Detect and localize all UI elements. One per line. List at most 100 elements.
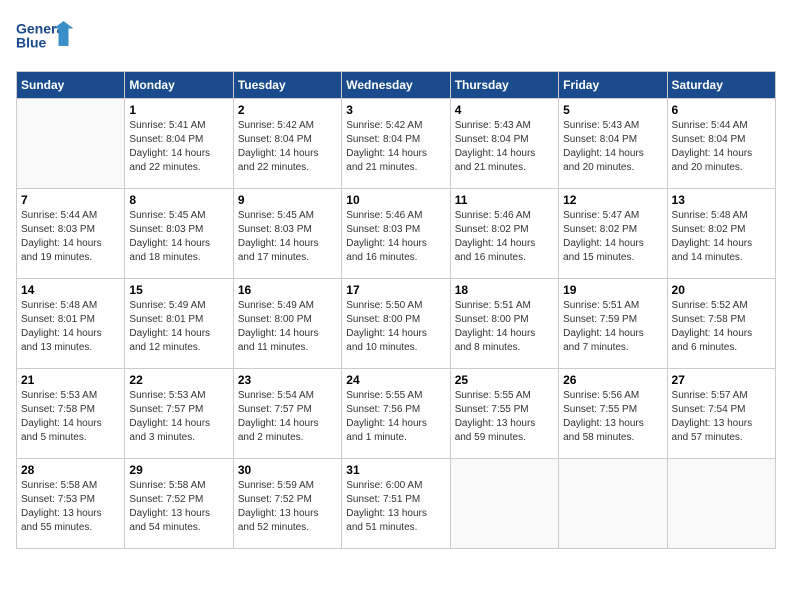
day-number: 25 xyxy=(455,373,554,387)
day-info: Sunrise: 5:58 AM Sunset: 7:52 PM Dayligh… xyxy=(129,479,228,535)
day-info: Sunrise: 5:48 AM Sunset: 8:01 PM Dayligh… xyxy=(21,299,120,355)
day-info: Sunrise: 5:43 AM Sunset: 8:04 PM Dayligh… xyxy=(455,119,554,175)
calendar-cell: 29 Sunrise: 5:58 AM Sunset: 7:52 PM Dayli… xyxy=(125,459,233,549)
calendar-cell: 27 Sunrise: 5:57 AM Sunset: 7:54 PM Dayli… xyxy=(667,369,775,459)
day-info: Sunrise: 5:43 AM Sunset: 8:04 PM Dayligh… xyxy=(563,119,662,175)
calendar-cell xyxy=(17,99,125,189)
day-number: 4 xyxy=(455,103,554,117)
calendar-cell: 3 Sunrise: 5:42 AM Sunset: 8:04 PM Daylig… xyxy=(342,99,450,189)
day-number: 11 xyxy=(455,193,554,207)
day-info: Sunrise: 5:55 AM Sunset: 7:55 PM Dayligh… xyxy=(455,389,554,445)
day-number: 29 xyxy=(129,463,228,477)
day-number: 31 xyxy=(346,463,445,477)
calendar-cell: 26 Sunrise: 5:56 AM Sunset: 7:55 PM Dayli… xyxy=(559,369,667,459)
day-info: Sunrise: 5:46 AM Sunset: 8:02 PM Dayligh… xyxy=(455,209,554,265)
day-number: 23 xyxy=(238,373,337,387)
day-info: Sunrise: 6:00 AM Sunset: 7:51 PM Dayligh… xyxy=(346,479,445,535)
day-number: 1 xyxy=(129,103,228,117)
day-number: 18 xyxy=(455,283,554,297)
calendar: SundayMondayTuesdayWednesdayThursdayFrid… xyxy=(16,71,776,549)
calendar-cell: 18 Sunrise: 5:51 AM Sunset: 8:00 PM Dayli… xyxy=(450,279,558,369)
day-info: Sunrise: 5:42 AM Sunset: 8:04 PM Dayligh… xyxy=(346,119,445,175)
calendar-cell: 19 Sunrise: 5:51 AM Sunset: 7:59 PM Dayli… xyxy=(559,279,667,369)
calendar-cell xyxy=(667,459,775,549)
calendar-week-row: 7Sunrise: 5:44 AM Sunset: 8:03 PM Daylig… xyxy=(17,189,776,279)
calendar-week-row: 1 Sunrise: 5:41 AM Sunset: 8:04 PM Daylig… xyxy=(17,99,776,189)
calendar-week-row: 14 Sunrise: 5:48 AM Sunset: 8:01 PM Dayli… xyxy=(17,279,776,369)
day-info: Sunrise: 5:47 AM Sunset: 8:02 PM Dayligh… xyxy=(563,209,662,265)
calendar-cell: 25 Sunrise: 5:55 AM Sunset: 7:55 PM Dayli… xyxy=(450,369,558,459)
day-number: 3 xyxy=(346,103,445,117)
day-info: Sunrise: 5:45 AM Sunset: 8:03 PM Dayligh… xyxy=(238,209,337,265)
logo-svg: General Blue xyxy=(16,16,76,61)
calendar-cell: 16 Sunrise: 5:49 AM Sunset: 8:00 PM Dayli… xyxy=(233,279,341,369)
day-info: Sunrise: 5:51 AM Sunset: 8:00 PM Dayligh… xyxy=(455,299,554,355)
calendar-cell: 28 Sunrise: 5:58 AM Sunset: 7:53 PM Dayli… xyxy=(17,459,125,549)
calendar-cell: 5 Sunrise: 5:43 AM Sunset: 8:04 PM Daylig… xyxy=(559,99,667,189)
calendar-cell: 4 Sunrise: 5:43 AM Sunset: 8:04 PM Daylig… xyxy=(450,99,558,189)
day-number: 16 xyxy=(238,283,337,297)
calendar-cell: 12 Sunrise: 5:47 AM Sunset: 8:02 PM Dayli… xyxy=(559,189,667,279)
day-info: Sunrise: 5:49 AM Sunset: 8:00 PM Dayligh… xyxy=(238,299,337,355)
calendar-cell xyxy=(559,459,667,549)
day-number: 17 xyxy=(346,283,445,297)
calendar-cell: 21 Sunrise: 5:53 AM Sunset: 7:58 PM Dayli… xyxy=(17,369,125,459)
calendar-cell: 9 Sunrise: 5:45 AM Sunset: 8:03 PM Daylig… xyxy=(233,189,341,279)
weekday-header: Wednesday xyxy=(342,72,450,99)
weekday-header: Tuesday xyxy=(233,72,341,99)
day-number: 6 xyxy=(672,103,771,117)
calendar-cell: 22Sunrise: 5:53 AM Sunset: 7:57 PM Dayli… xyxy=(125,369,233,459)
calendar-week-row: 28 Sunrise: 5:58 AM Sunset: 7:53 PM Dayli… xyxy=(17,459,776,549)
weekday-header: Saturday xyxy=(667,72,775,99)
day-number: 9 xyxy=(238,193,337,207)
day-number: 12 xyxy=(563,193,662,207)
weekday-header: Thursday xyxy=(450,72,558,99)
calendar-cell: 11 Sunrise: 5:46 AM Sunset: 8:02 PM Dayli… xyxy=(450,189,558,279)
calendar-cell: 24 Sunrise: 5:55 AM Sunset: 7:56 PM Dayli… xyxy=(342,369,450,459)
day-number: 27 xyxy=(672,373,771,387)
day-number: 2 xyxy=(238,103,337,117)
day-info: Sunrise: 5:49 AM Sunset: 8:01 PM Dayligh… xyxy=(129,299,228,355)
day-info: Sunrise: 5:57 AM Sunset: 7:54 PM Dayligh… xyxy=(672,389,771,445)
day-number: 15 xyxy=(129,283,228,297)
logo: General Blue xyxy=(16,16,76,61)
day-info: Sunrise: 5:46 AM Sunset: 8:03 PM Dayligh… xyxy=(346,209,445,265)
day-info: Sunrise: 5:53 AM Sunset: 7:57 PM Dayligh… xyxy=(129,389,228,445)
day-number: 28 xyxy=(21,463,120,477)
day-number: 8 xyxy=(129,193,228,207)
weekday-header: Monday xyxy=(125,72,233,99)
calendar-cell: 2 Sunrise: 5:42 AM Sunset: 8:04 PM Daylig… xyxy=(233,99,341,189)
weekday-header: Friday xyxy=(559,72,667,99)
calendar-cell: 10 Sunrise: 5:46 AM Sunset: 8:03 PM Dayli… xyxy=(342,189,450,279)
calendar-cell: 20 Sunrise: 5:52 AM Sunset: 7:58 PM Dayli… xyxy=(667,279,775,369)
day-info: Sunrise: 5:51 AM Sunset: 7:59 PM Dayligh… xyxy=(563,299,662,355)
header: General Blue xyxy=(16,16,776,61)
day-info: Sunrise: 5:58 AM Sunset: 7:53 PM Dayligh… xyxy=(21,479,120,535)
day-number: 10 xyxy=(346,193,445,207)
day-number: 21 xyxy=(21,373,120,387)
calendar-cell: 8 Sunrise: 5:45 AM Sunset: 8:03 PM Daylig… xyxy=(125,189,233,279)
day-number: 26 xyxy=(563,373,662,387)
weekday-header-row: SundayMondayTuesdayWednesdayThursdayFrid… xyxy=(17,72,776,99)
day-info: Sunrise: 5:44 AM Sunset: 8:04 PM Dayligh… xyxy=(672,119,771,175)
day-number: 7 xyxy=(21,193,120,207)
calendar-cell: 7Sunrise: 5:44 AM Sunset: 8:03 PM Daylig… xyxy=(17,189,125,279)
day-number: 24 xyxy=(346,373,445,387)
day-number: 20 xyxy=(672,283,771,297)
day-info: Sunrise: 5:55 AM Sunset: 7:56 PM Dayligh… xyxy=(346,389,445,445)
day-info: Sunrise: 5:54 AM Sunset: 7:57 PM Dayligh… xyxy=(238,389,337,445)
day-info: Sunrise: 5:52 AM Sunset: 7:58 PM Dayligh… xyxy=(672,299,771,355)
day-info: Sunrise: 5:42 AM Sunset: 8:04 PM Dayligh… xyxy=(238,119,337,175)
calendar-cell: 1 Sunrise: 5:41 AM Sunset: 8:04 PM Daylig… xyxy=(125,99,233,189)
calendar-week-row: 21 Sunrise: 5:53 AM Sunset: 7:58 PM Dayli… xyxy=(17,369,776,459)
day-info: Sunrise: 5:41 AM Sunset: 8:04 PM Dayligh… xyxy=(129,119,228,175)
day-info: Sunrise: 5:53 AM Sunset: 7:58 PM Dayligh… xyxy=(21,389,120,445)
day-info: Sunrise: 5:45 AM Sunset: 8:03 PM Dayligh… xyxy=(129,209,228,265)
day-number: 5 xyxy=(563,103,662,117)
calendar-cell: 15 Sunrise: 5:49 AM Sunset: 8:01 PM Dayli… xyxy=(125,279,233,369)
day-number: 14 xyxy=(21,283,120,297)
day-info: Sunrise: 5:56 AM Sunset: 7:55 PM Dayligh… xyxy=(563,389,662,445)
calendar-cell: 31 Sunrise: 6:00 AM Sunset: 7:51 PM Dayli… xyxy=(342,459,450,549)
calendar-cell: 6 Sunrise: 5:44 AM Sunset: 8:04 PM Daylig… xyxy=(667,99,775,189)
day-number: 19 xyxy=(563,283,662,297)
